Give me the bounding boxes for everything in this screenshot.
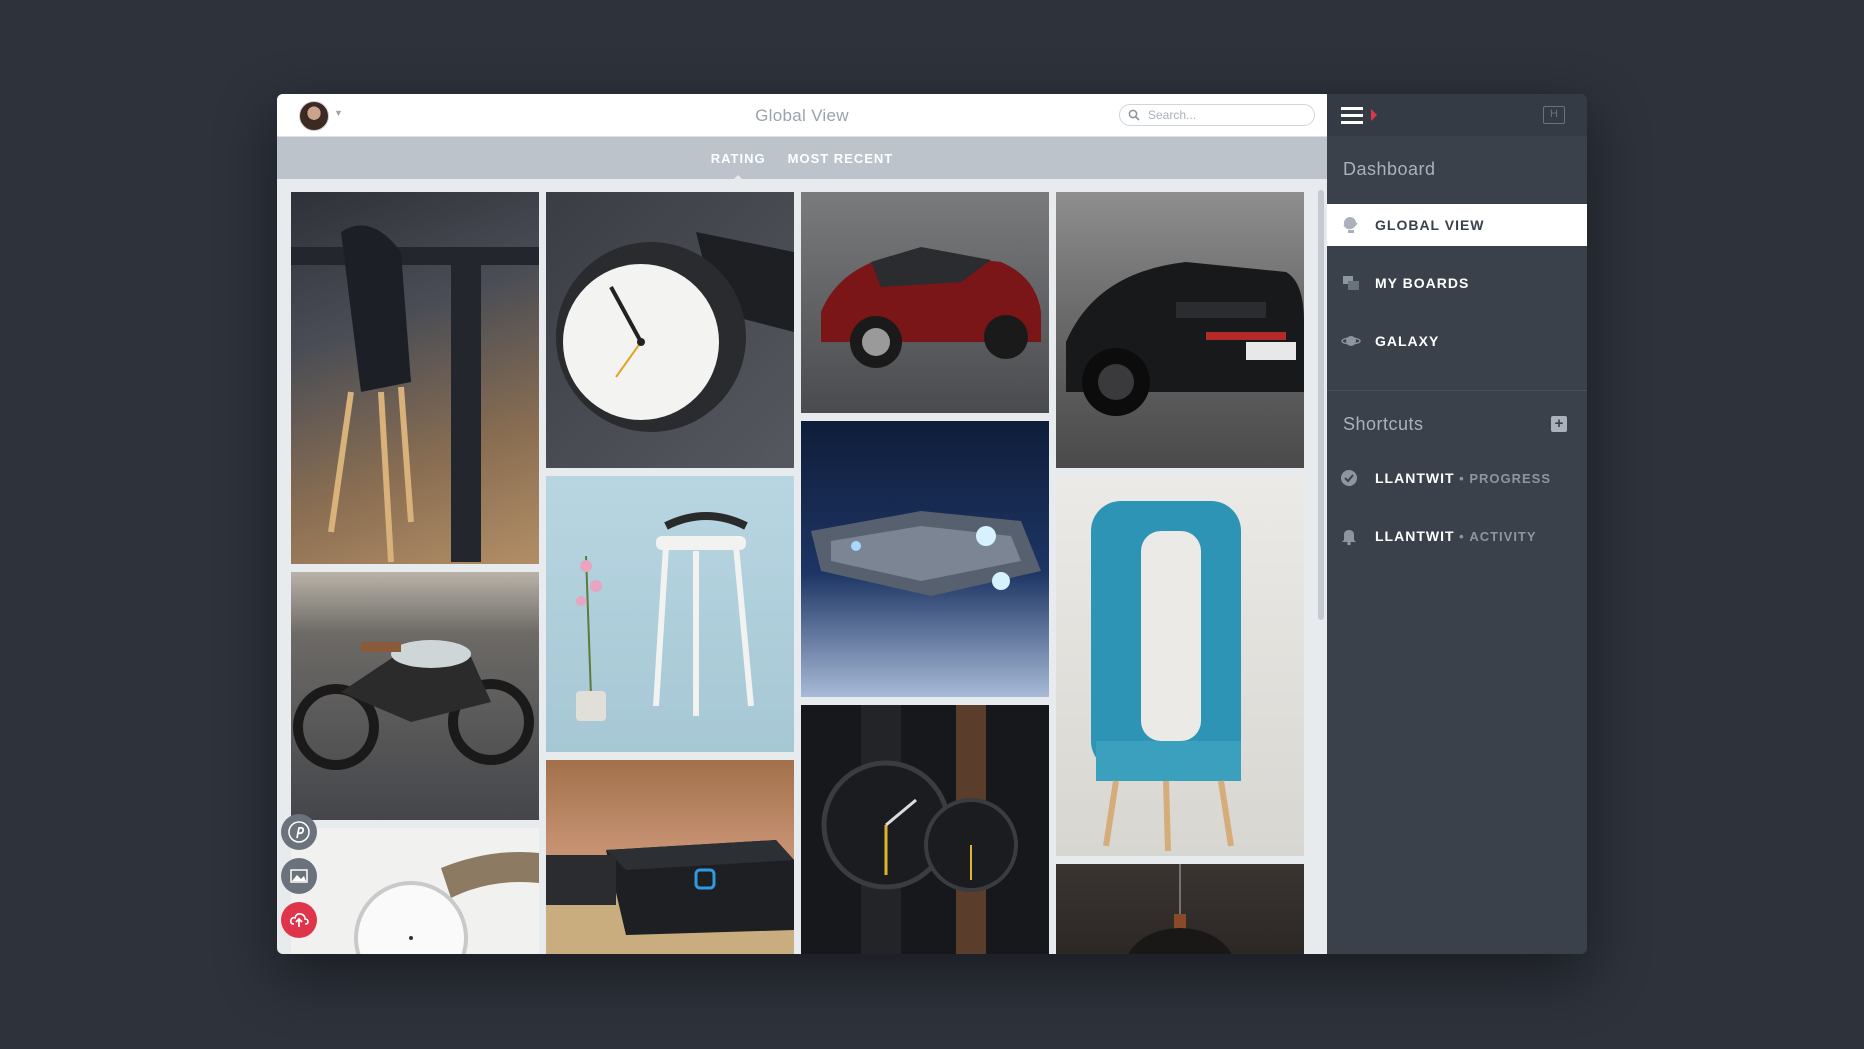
shortcut-name: LLANTWIT — [1375, 528, 1455, 544]
black-watches-pair-photo[interactable] — [801, 705, 1049, 954]
sidebar-item-label: GLOBAL VIEW — [1375, 217, 1485, 233]
upload-icon — [290, 913, 309, 927]
planet-icon — [1341, 336, 1361, 346]
shortcut-name: LLANTWIT — [1375, 470, 1455, 486]
upload-button[interactable] — [281, 902, 317, 938]
shortcut-item-progress[interactable]: LLANTWIT • PROGRESS — [1327, 457, 1587, 499]
panel-icon[interactable]: H — [1543, 106, 1565, 124]
tabs-bar: RATING MOST RECENT — [277, 137, 1327, 181]
boards-icon — [1343, 276, 1359, 290]
search-input[interactable] — [1146, 107, 1310, 123]
black-device-box-photo[interactable] — [546, 760, 794, 954]
globe-icon — [1343, 217, 1358, 233]
sidebar-item-label: MY BOARDS — [1375, 275, 1470, 291]
sidebar-top-bar: H — [1327, 94, 1587, 136]
sidebar-item-my-boards[interactable]: MY BOARDS — [1327, 262, 1587, 304]
black-sports-car-photo[interactable] — [1056, 192, 1304, 468]
image-button[interactable] — [281, 858, 317, 894]
shortcut-separator: • — [1454, 470, 1470, 486]
tab-rating[interactable]: RATING — [711, 151, 766, 181]
add-shortcut-button[interactable]: + — [1551, 416, 1567, 432]
shortcut-item-activity[interactable]: LLANTWIT • ACTIVITY — [1327, 515, 1587, 557]
shortcut-separator: • — [1454, 528, 1470, 544]
tab-most-recent[interactable]: MOST RECENT — [788, 151, 894, 166]
pendant-lamp-photo[interactable] — [1056, 864, 1304, 954]
cafe-racer-motorcycle-photo[interactable] — [291, 572, 539, 820]
sidebar-item-label: GALAXY — [1375, 333, 1440, 349]
black-chair-at-table-photo[interactable] — [291, 192, 539, 564]
sidebar-item-global-view[interactable]: GLOBAL VIEW — [1327, 204, 1587, 246]
white-leather-watch-photo[interactable] — [291, 828, 539, 954]
red-sedan-photo[interactable] — [801, 192, 1049, 413]
image-icon — [290, 869, 308, 883]
caret-right-icon — [1371, 109, 1377, 121]
image-grid — [277, 178, 1327, 954]
check-circle-icon — [1341, 470, 1357, 486]
white-chair-with-orchid-photo[interactable] — [546, 476, 794, 752]
spaceship-in-space-photo[interactable] — [801, 421, 1049, 697]
bell-icon — [1342, 530, 1356, 546]
app-window: ▼ Global View RATING MOST RECENT — [277, 94, 1587, 954]
menu-icon[interactable] — [1341, 107, 1363, 128]
shortcut-sub: ACTIVITY — [1469, 528, 1537, 544]
dashboard-heading: Dashboard — [1343, 158, 1436, 179]
blue-frame-chair-photo[interactable] — [1056, 476, 1304, 856]
shortcuts-heading: Shortcuts — [1343, 413, 1424, 434]
pinterest-button[interactable] — [281, 814, 317, 850]
scrollbar[interactable] — [1318, 190, 1324, 620]
pinterest-icon — [288, 821, 310, 843]
main-panel: ▼ Global View RATING MOST RECENT — [277, 94, 1327, 954]
search-box[interactable] — [1119, 104, 1315, 126]
sidebar: H Dashboard GLOBAL VIEW MY BOARDS GALAXY… — [1327, 94, 1587, 954]
shortcut-sub: PROGRESS — [1469, 470, 1551, 486]
top-bar: ▼ Global View — [277, 94, 1327, 137]
white-watch-closeup-photo[interactable] — [546, 192, 794, 468]
search-icon — [1128, 109, 1140, 121]
sidebar-item-galaxy[interactable]: GALAXY — [1327, 320, 1587, 362]
